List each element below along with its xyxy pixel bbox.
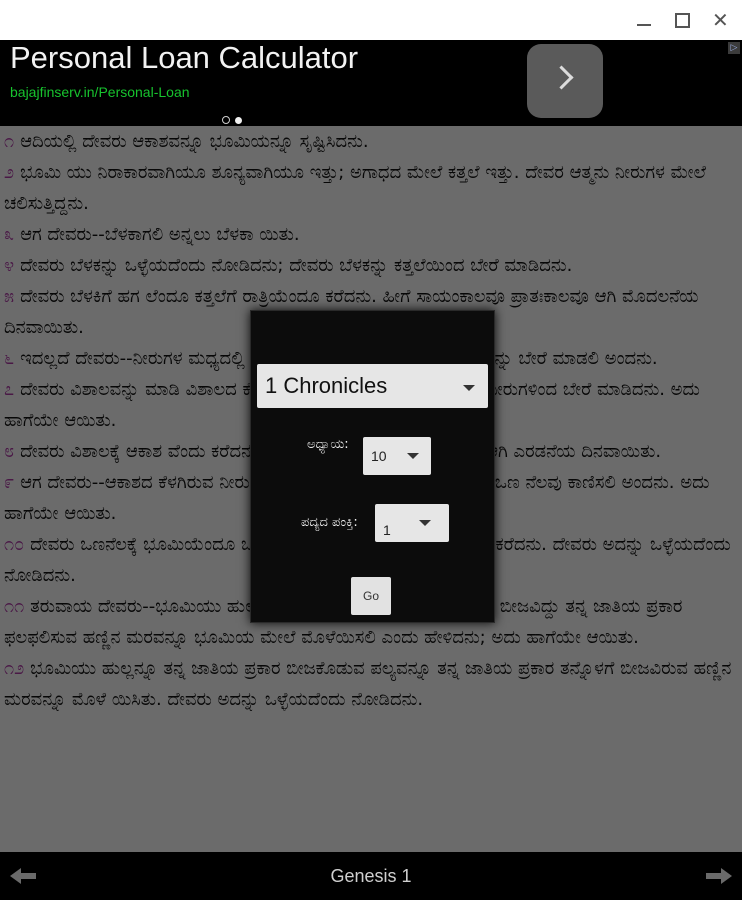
ad-choices-icon[interactable]: ▷ — [728, 42, 740, 54]
go-button[interactable]: Go — [351, 577, 391, 615]
book-dropdown-value: 1 Chronicles — [265, 373, 388, 398]
ad-banner[interactable]: Personal Loan Calculator bajajfinserv.in… — [0, 40, 742, 126]
verse-dropdown[interactable]: 1 — [375, 504, 449, 542]
chapter-label: ಅಧ್ಯಾಯ: — [307, 437, 349, 452]
dropdown-arrow-icon — [463, 385, 475, 391]
ad-url[interactable]: bajajfinserv.in/Personal-Loan — [10, 84, 190, 100]
maximize-button[interactable] — [668, 8, 696, 32]
chevron-right-icon — [549, 65, 574, 90]
verse-label: ಪದ್ಯದ ಪಂಕ್ತಿ: — [301, 515, 358, 530]
dropdown-arrow-icon — [419, 520, 431, 526]
verse-dropdown-value: 1 — [383, 522, 391, 538]
close-button[interactable]: ✕ — [708, 8, 736, 32]
pager-dot — [222, 116, 230, 124]
window-titlebar: ✕ — [0, 0, 742, 40]
chapter-dropdown-value: 10 — [371, 448, 387, 464]
goto-dialog: 1 Chronicles ಅಧ್ಯಾಯ: 10 ಪದ್ಯದ ಪಂಕ್ತಿ: 1 … — [250, 310, 495, 623]
minimize-button[interactable] — [630, 8, 658, 32]
book-dropdown[interactable]: 1 Chronicles — [257, 364, 488, 408]
minimize-icon — [637, 24, 651, 26]
close-icon: ✕ — [712, 8, 729, 32]
pager-dot-active — [235, 117, 242, 124]
arrow-shaft — [706, 873, 722, 879]
ad-title[interactable]: Personal Loan Calculator — [10, 40, 358, 76]
chapter-dropdown[interactable]: 10 — [363, 437, 431, 475]
current-chapter-title[interactable]: Genesis 1 — [0, 866, 742, 887]
arrow-right-icon — [721, 868, 732, 884]
maximize-icon — [675, 13, 690, 28]
next-chapter-button[interactable] — [706, 868, 732, 884]
dropdown-arrow-icon — [407, 453, 419, 459]
ad-pager-dots — [222, 109, 247, 124]
bottom-nav-bar: Genesis 1 — [0, 852, 742, 900]
ad-open-button[interactable] — [527, 44, 603, 118]
